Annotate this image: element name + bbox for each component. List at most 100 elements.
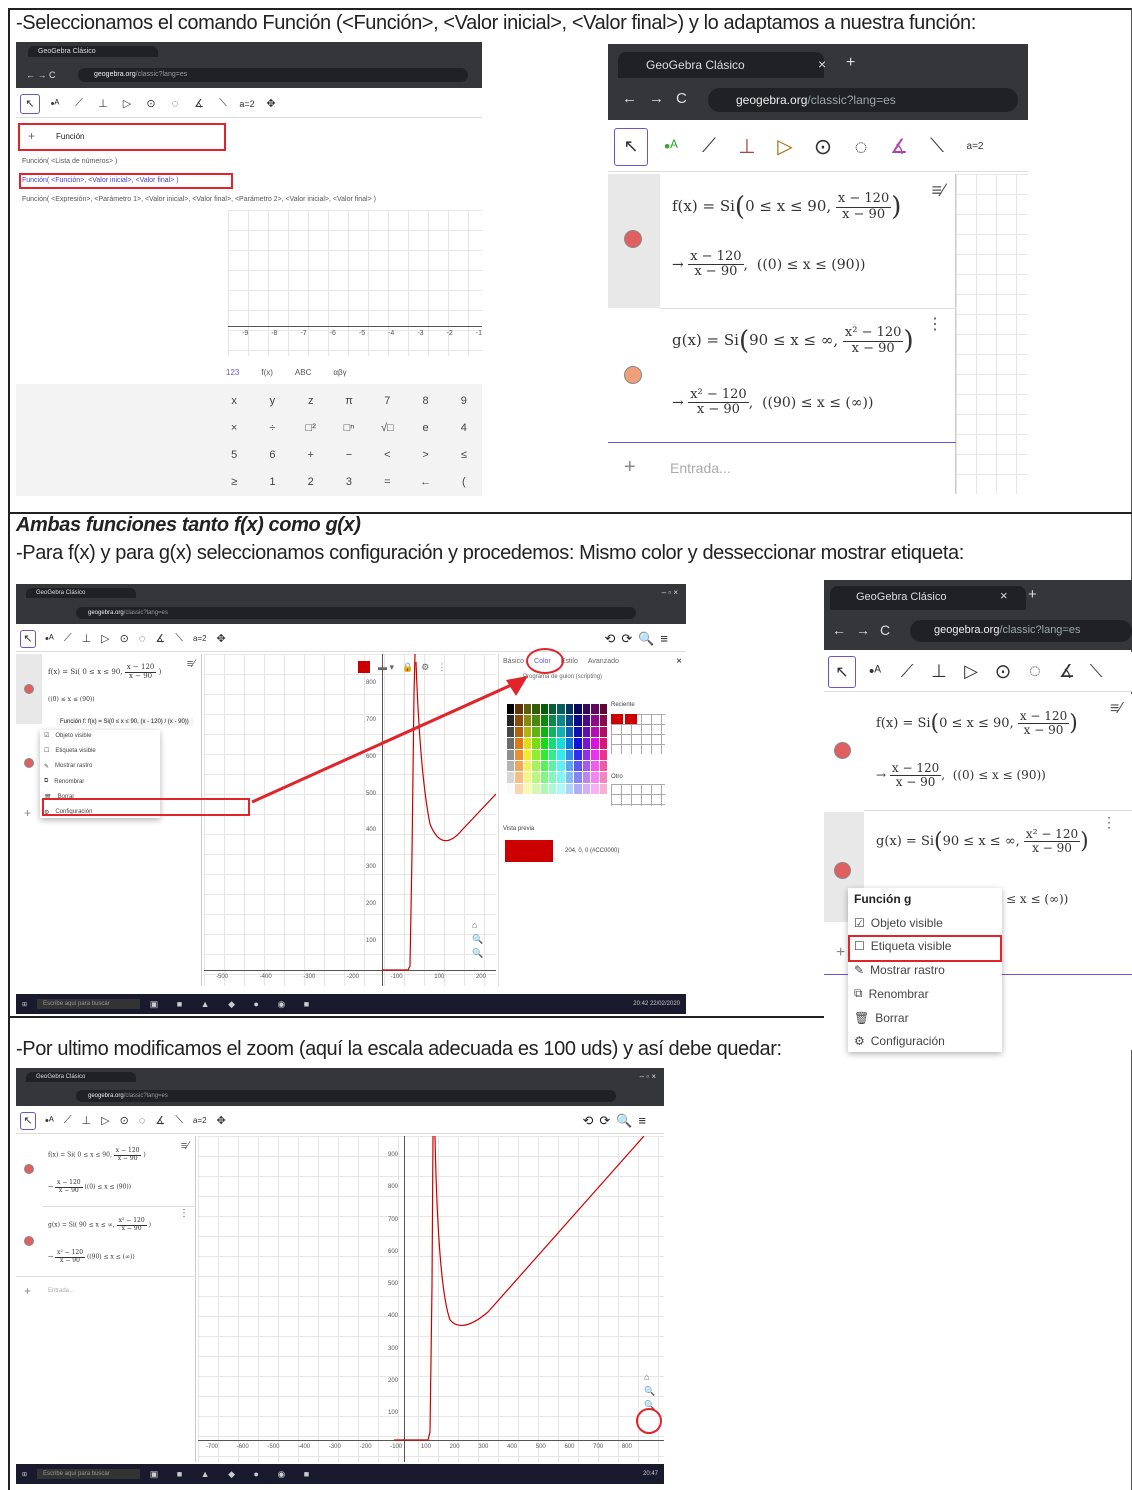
color-swatch[interactable]: [557, 772, 565, 783]
point-tool-icon[interactable]: •ᴬ: [862, 662, 888, 681]
add-input-icon[interactable]: +: [24, 1284, 31, 1298]
color-swatch[interactable]: [549, 704, 557, 715]
color-swatch[interactable]: [591, 704, 599, 715]
move-tool-icon[interactable]: ↖: [20, 1111, 36, 1130]
slider-tool-icon[interactable]: a=2: [238, 98, 256, 110]
conic-tool-icon[interactable]: ◌: [1022, 659, 1048, 684]
perpendicular-tool-icon[interactable]: ⊥: [926, 660, 952, 683]
line-tool-icon[interactable]: ⟋: [63, 1113, 73, 1128]
color-swatch[interactable]: [582, 749, 591, 760]
f-definition[interactable]: f(x) = Si( 0 ≤ x ≤ 90, x − 120 x − 90 ): [48, 663, 161, 680]
color-swatch[interactable]: [574, 772, 582, 783]
angle-tool-icon[interactable]: ∡: [190, 96, 208, 111]
color-swatch[interactable]: [591, 772, 599, 783]
circle-tool-icon[interactable]: ⊙: [990, 658, 1016, 685]
f-definition[interactable]: f(x) = Si( 0 ≤ x ≤ 90, x − 120 x − 90 ): [48, 1147, 146, 1162]
polygon-tool-icon[interactable]: ▷: [958, 660, 984, 683]
color-swatch[interactable]: [557, 760, 565, 772]
f-visibility-toggle[interactable]: [834, 742, 851, 759]
color-swatch[interactable]: [549, 783, 557, 794]
angle-tool-icon[interactable]: ∡: [1054, 660, 1080, 683]
keypad-key[interactable]: ×: [216, 415, 252, 440]
suggestion-1[interactable]: Función( <Lista de números> ): [22, 158, 117, 165]
keypad-key[interactable]: π: [331, 388, 367, 413]
tab-advanced[interactable]: Avanzado: [588, 658, 619, 665]
new-tab-icon[interactable]: +: [846, 54, 855, 72]
close-tab-icon[interactable]: ×: [1000, 588, 1008, 603]
conic-tool-icon[interactable]: ◌: [138, 632, 147, 646]
angle-tool-icon[interactable]: ∡: [154, 1113, 166, 1128]
browser-tab[interactable]: GeoGebra Clásico: [26, 588, 136, 598]
circle-tool-icon[interactable]: ⊙: [119, 631, 130, 646]
taskbar-apps-icon[interactable]: ▣ ■ ▲ ◆ ● ◉ ■: [150, 999, 318, 1010]
keypad-key[interactable]: <: [369, 442, 405, 467]
reflect-tool-icon[interactable]: ⟍: [214, 96, 232, 111]
color-swatch[interactable]: [591, 726, 599, 738]
keypad-tab-abc[interactable]: ABC: [295, 368, 311, 377]
color-swatch[interactable]: [582, 772, 591, 783]
color-swatch[interactable]: [549, 772, 557, 783]
color-swatch[interactable]: [574, 738, 582, 749]
color-swatch[interactable]: [565, 738, 574, 749]
color-swatch[interactable]: [599, 726, 607, 738]
algebra-menu-icon[interactable]: ≡∕: [187, 658, 195, 670]
color-swatch[interactable]: [557, 726, 565, 738]
taskbar-apps-icon[interactable]: ▣ ■ ▲ ◆ ● ◉ ■: [150, 1469, 318, 1480]
color-swatch[interactable]: [599, 783, 607, 794]
address-bar[interactable]: geogebra.org/classic?lang=es: [708, 88, 1018, 112]
menu-show-trace[interactable]: ✎ Mostrar rastro: [44, 763, 156, 770]
g-more-options-icon[interactable]: ⋮: [927, 314, 943, 334]
undo-redo-search-menu-icon[interactable]: ⟲⟳🔍≡: [582, 1113, 652, 1129]
g-visibility-toggle[interactable]: [24, 758, 34, 768]
color-swatch[interactable]: [582, 726, 591, 738]
windows-start-icon[interactable]: ⊞: [22, 1001, 27, 1008]
keypad-key[interactable]: e: [407, 415, 443, 440]
reflect-tool-icon[interactable]: ⟍: [1086, 660, 1106, 683]
f-definition[interactable]: f(x) = Si(0 ≤ x ≤ 90, x − 120 x − 90): [876, 709, 1078, 737]
browser-tab[interactable]: GeoGebra Clásico: [830, 586, 1026, 610]
algebra-input[interactable]: Entrada...: [670, 460, 731, 476]
perpendicular-tool-icon[interactable]: ⊥: [94, 96, 112, 111]
color-swatch[interactable]: [599, 704, 607, 715]
g-definition[interactable]: g(x) = Si( 90 ≤ x ≤ ∞, x² − 120 x − 90 ): [48, 1217, 151, 1232]
polygon-tool-icon[interactable]: ▷: [770, 133, 800, 160]
keypad-key[interactable]: ÷: [254, 415, 290, 440]
move-tool-icon[interactable]: ↖: [614, 127, 648, 166]
reflect-tool-icon[interactable]: ⟍: [174, 1113, 184, 1128]
point-tool-icon[interactable]: •ᴬ: [656, 136, 686, 158]
browser-tab[interactable]: GeoGebra Clásico: [26, 1072, 136, 1082]
color-swatch[interactable]: [574, 726, 582, 738]
nav-arrows-icon[interactable]: ←→C: [832, 622, 900, 638]
color-swatch[interactable]: [574, 749, 582, 760]
menu-object-visible[interactable]: ☑ Objeto visible: [44, 732, 156, 740]
taskbar-search[interactable]: Escribe aquí para buscar: [37, 999, 140, 1009]
address-bar[interactable]: geogebra.org/classic?lang=es: [78, 68, 468, 82]
point-tool-icon[interactable]: •ᴬ: [44, 632, 55, 646]
keypad-key[interactable]: 7: [369, 388, 405, 413]
keypad-key[interactable]: 8: [407, 388, 443, 413]
window-controls-icon[interactable]: – ▫ ×: [662, 588, 678, 597]
color-swatch[interactable]: [574, 704, 582, 715]
keypad-key[interactable]: □²: [293, 415, 329, 440]
color-swatch[interactable]: [540, 726, 549, 738]
browser-tab[interactable]: GeoGebra Clásico: [618, 52, 824, 78]
recent-colors[interactable]: [611, 714, 665, 754]
keypad-key[interactable]: x: [216, 388, 252, 413]
color-swatch[interactable]: [540, 783, 549, 794]
keypad-key[interactable]: 2: [293, 469, 329, 494]
color-swatch[interactable]: [591, 760, 599, 772]
keypad-key[interactable]: y: [254, 388, 290, 413]
color-swatch[interactable]: [565, 715, 574, 726]
keypad-key[interactable]: >: [407, 442, 443, 467]
perpendicular-tool-icon[interactable]: ⊥: [81, 1113, 93, 1128]
color-swatch[interactable]: [582, 738, 591, 749]
circle-tool-icon[interactable]: ⊙: [142, 96, 160, 111]
keypad-key[interactable]: −: [331, 442, 367, 467]
menu-delete[interactable]: 🗑 Borrar: [854, 1011, 996, 1025]
g-visibility-toggle[interactable]: [834, 862, 851, 879]
nav-arrows-icon[interactable]: ← → C: [26, 70, 56, 80]
color-swatch[interactable]: [582, 783, 591, 794]
line-tool-icon[interactable]: ⟋: [894, 660, 920, 683]
conic-tool-icon[interactable]: ◌: [138, 1114, 147, 1128]
color-swatch[interactable]: [557, 704, 565, 715]
